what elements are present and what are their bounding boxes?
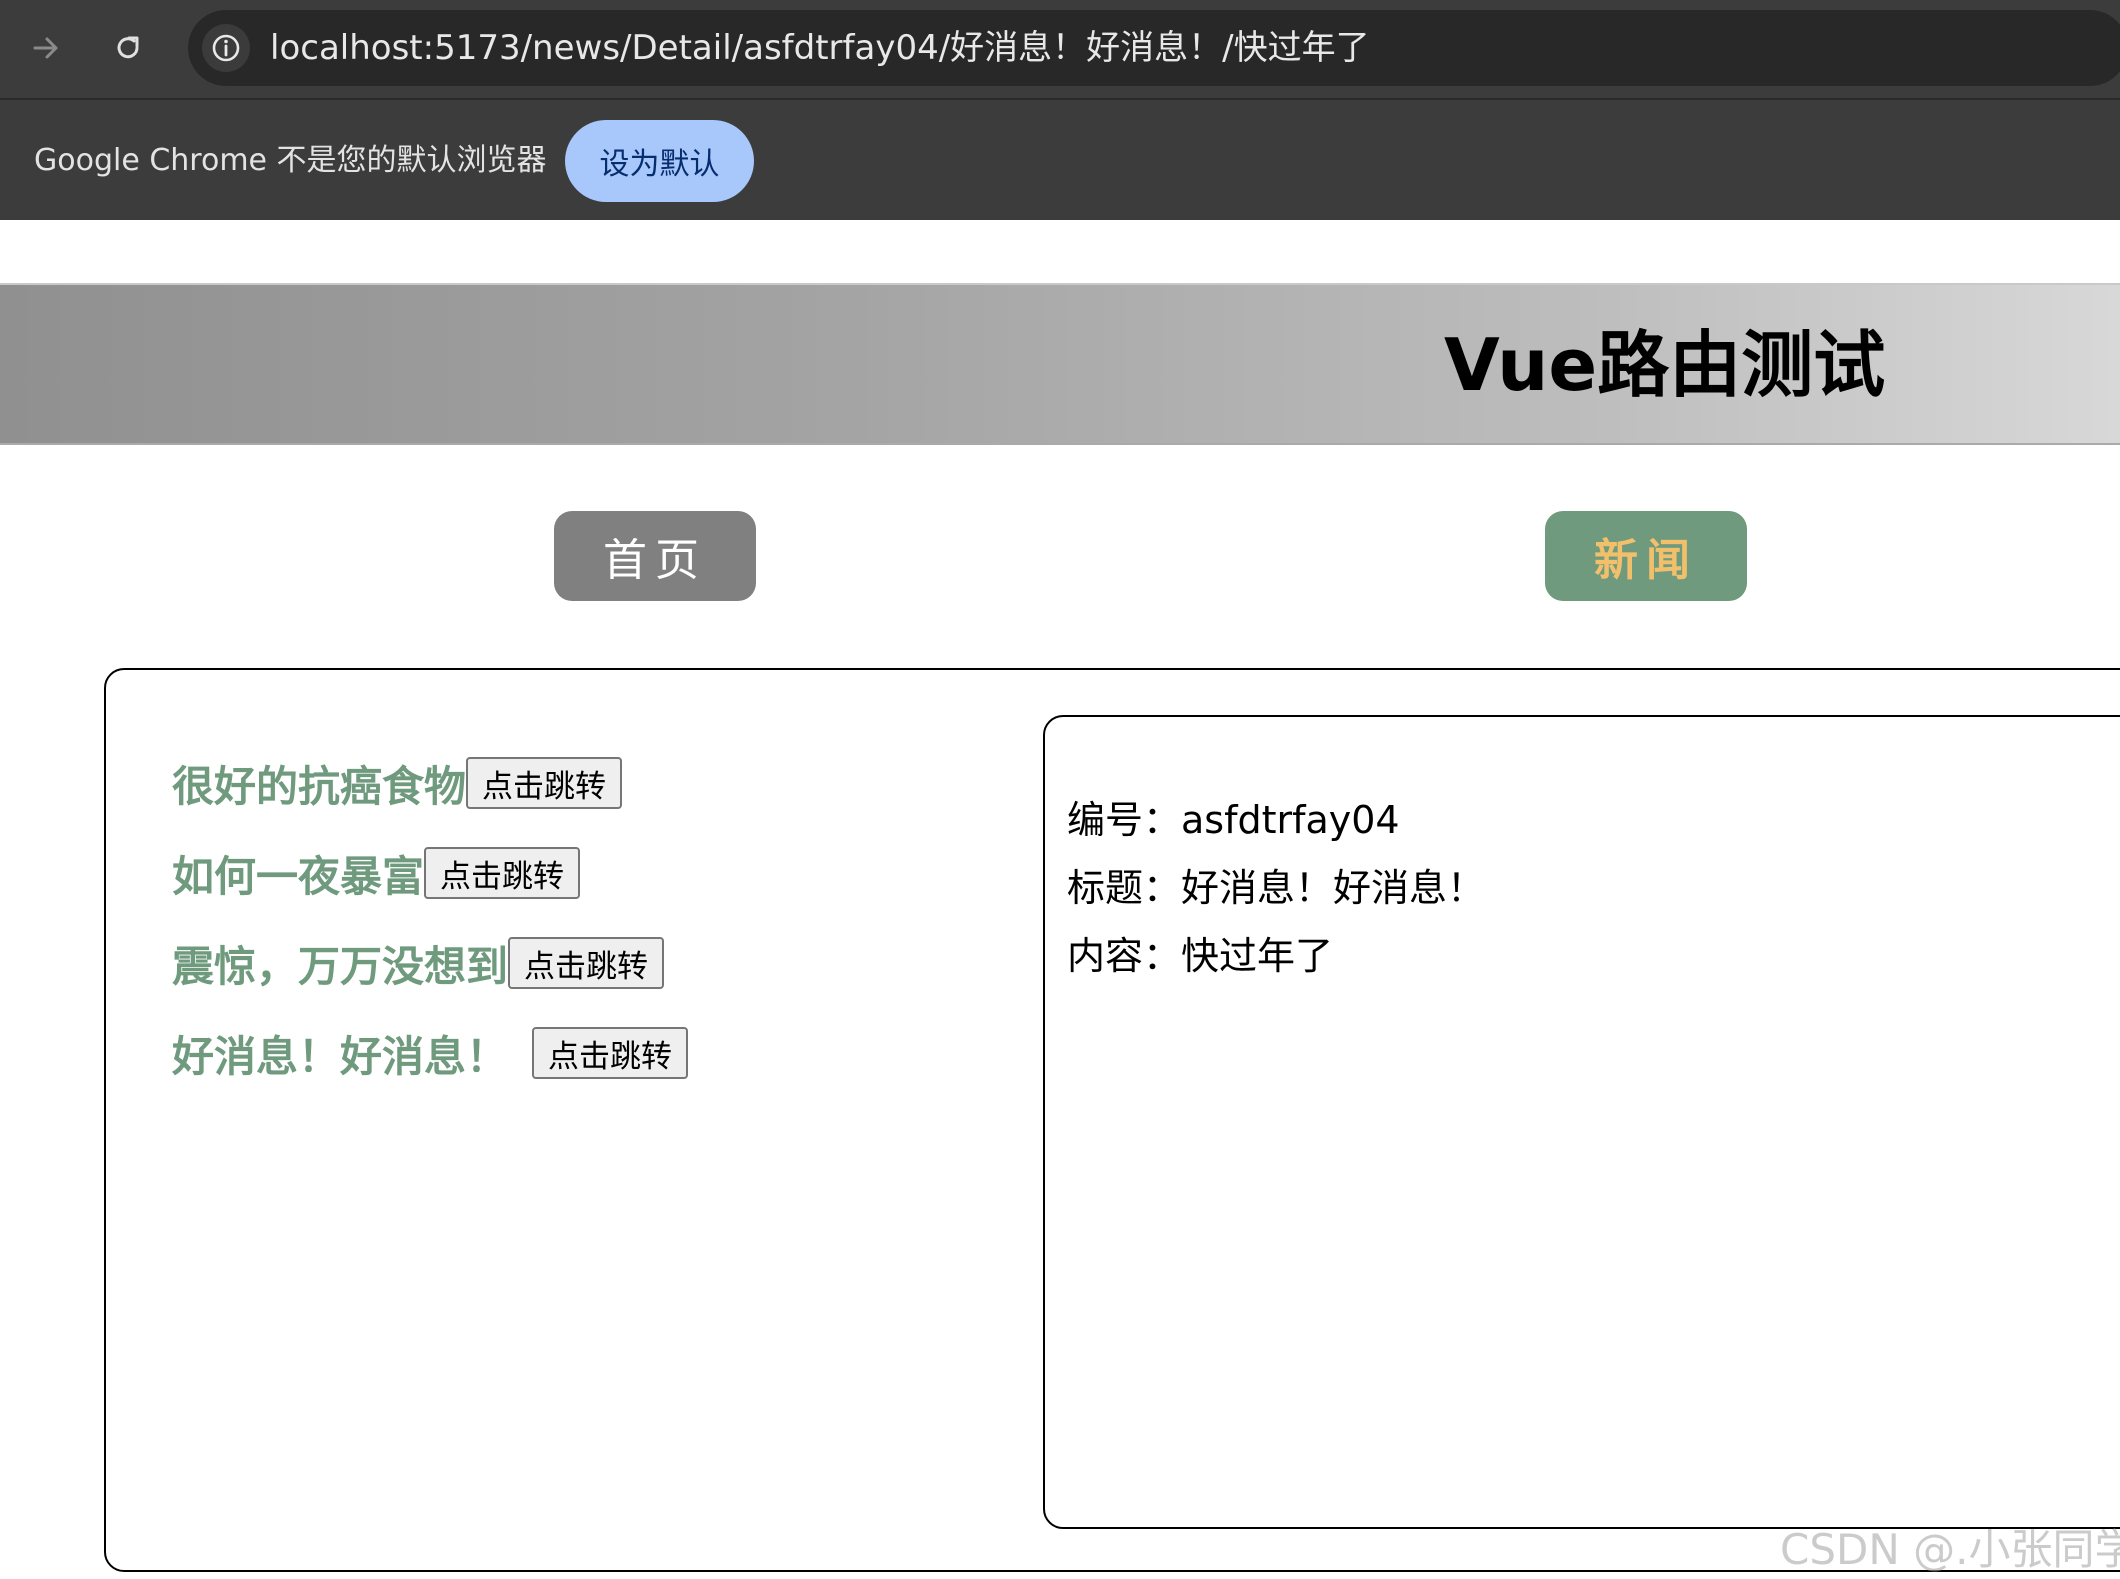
jump-button[interactable]: 点击跳转 bbox=[466, 757, 623, 809]
news-item: 很好的抗癌食物 点击跳转 bbox=[172, 753, 623, 814]
url-text[interactable]: localhost:5173/news/Detail/asfdtrfay04/好… bbox=[270, 10, 1370, 86]
page-title: Vue路由测试 bbox=[1444, 323, 1886, 407]
reload-icon bbox=[117, 36, 139, 59]
nav-news-link[interactable]: 新闻 bbox=[1545, 511, 1747, 601]
detail-content: 内容：快过年了 bbox=[1067, 934, 1334, 978]
news-item: 如何一夜暴富 点击跳转 bbox=[172, 843, 581, 904]
arrow-right-icon bbox=[33, 37, 58, 59]
set-default-button[interactable]: 设为默认 bbox=[565, 120, 754, 202]
forward-button[interactable] bbox=[20, 22, 72, 74]
detail-id: 编号：asfdtrfay04 bbox=[1067, 798, 1400, 842]
reload-button[interactable] bbox=[102, 22, 154, 74]
news-item: 震惊，万万没想到 点击跳转 bbox=[172, 933, 665, 994]
detail-title: 标题：好消息！好消息！ bbox=[1067, 866, 1486, 910]
jump-button[interactable]: 点击跳转 bbox=[508, 937, 665, 989]
nav-home-link[interactable]: 首页 bbox=[554, 511, 756, 601]
news-title-link[interactable]: 很好的抗癌食物 bbox=[172, 753, 466, 814]
browser-toolbar: localhost:5173/news/Detail/asfdtrfay04/好… bbox=[0, 0, 2120, 98]
infobar-message: Google Chrome 不是您的默认浏览器 bbox=[34, 143, 547, 178]
news-item: 好消息！好消息！ 点击跳转 bbox=[172, 1023, 689, 1084]
news-title-link[interactable]: 好消息！好消息！ bbox=[172, 1023, 508, 1084]
news-title-link[interactable]: 如何一夜暴富 bbox=[172, 843, 424, 904]
jump-button[interactable]: 点击跳转 bbox=[532, 1027, 689, 1079]
address-bar[interactable]: localhost:5173/news/Detail/asfdtrfay04/好… bbox=[188, 10, 2120, 86]
page-header: Vue路由测试 bbox=[0, 283, 2120, 445]
jump-button[interactable]: 点击跳转 bbox=[424, 847, 581, 899]
info-icon bbox=[212, 34, 240, 62]
watermark: CSDN @.小张同学 bbox=[1780, 1525, 2120, 1574]
news-title-link[interactable]: 震惊，万万没想到 bbox=[172, 933, 508, 994]
default-browser-infobar: Google Chrome 不是您的默认浏览器 设为默认 bbox=[0, 98, 2120, 220]
site-info-button[interactable] bbox=[202, 24, 250, 72]
